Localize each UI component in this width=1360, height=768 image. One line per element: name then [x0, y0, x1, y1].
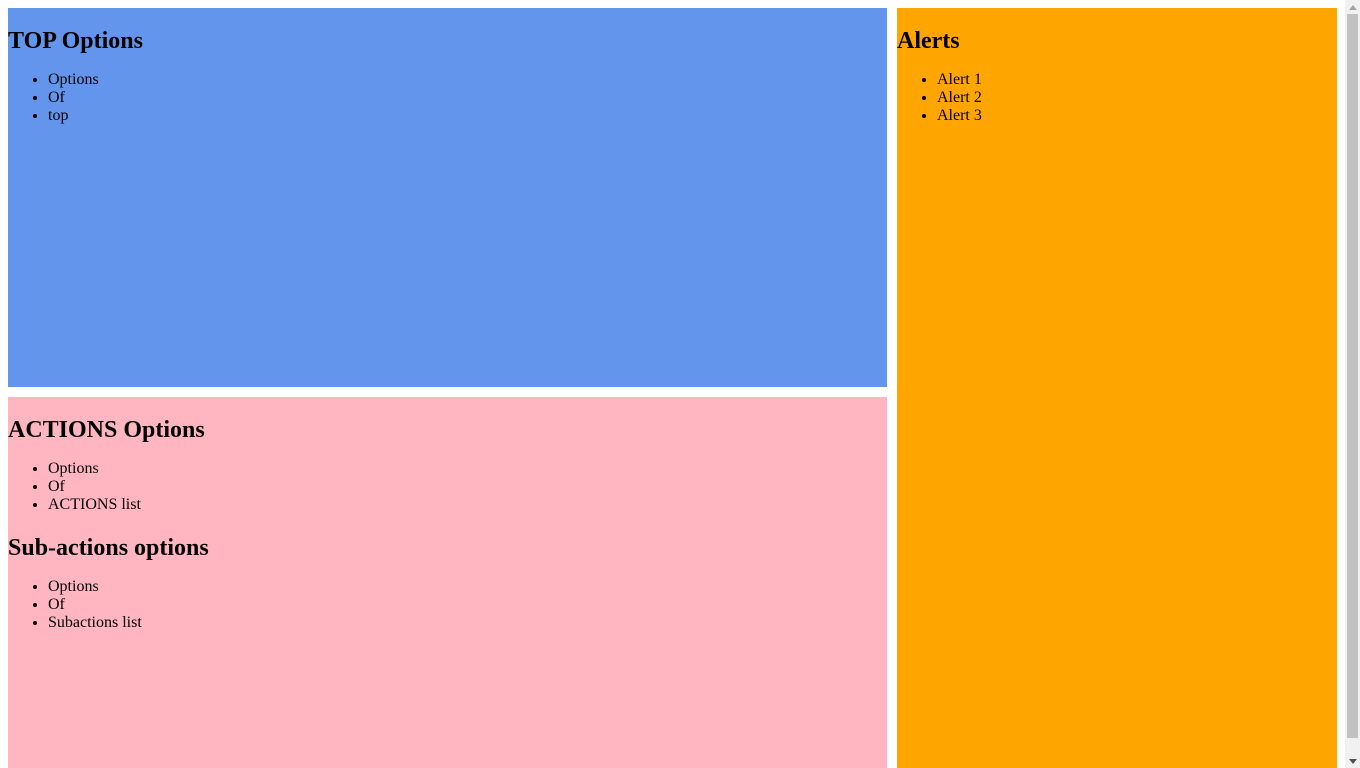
- actions-options-list: Options Of ACTIONS list: [8, 460, 887, 514]
- scroll-thumb[interactable]: [1347, 14, 1358, 738]
- scroll-down-arrow-icon[interactable]: [1345, 754, 1360, 768]
- actions-options-panel: ACTIONS Options Options Of ACTIONS list …: [8, 397, 887, 768]
- alerts-list: Alert 1 Alert 2 Alert 3: [897, 71, 1337, 125]
- alert-item: Alert 1: [937, 71, 1337, 89]
- alerts-title: Alerts: [897, 28, 960, 54]
- list-item: ACTIONS list: [48, 496, 887, 514]
- top-options-title: TOP Options: [8, 28, 143, 54]
- vertical-scrollbar[interactable]: [1345, 0, 1360, 768]
- list-item: Options: [48, 578, 887, 596]
- list-item: Of: [48, 89, 887, 107]
- scroll-up-arrow-icon[interactable]: [1345, 0, 1360, 14]
- list-item: Options: [48, 71, 887, 89]
- list-item: Of: [48, 596, 887, 614]
- list-item: Subactions list: [48, 614, 887, 632]
- alerts-panel: Alerts Alert 1 Alert 2 Alert 3: [897, 8, 1337, 768]
- alert-item: Alert 3: [937, 107, 1337, 125]
- sub-actions-list: Options Of Subactions list: [8, 578, 887, 632]
- top-options-list: Options Of top: [8, 71, 887, 125]
- alert-item: Alert 2: [937, 89, 1337, 107]
- list-item: Of: [48, 478, 887, 496]
- top-options-panel: TOP Options Options Of top: [8, 8, 887, 387]
- sub-actions-title: Sub-actions options: [8, 535, 209, 561]
- list-item: top: [48, 107, 887, 125]
- list-item: Options: [48, 460, 887, 478]
- actions-options-title: ACTIONS Options: [8, 417, 205, 443]
